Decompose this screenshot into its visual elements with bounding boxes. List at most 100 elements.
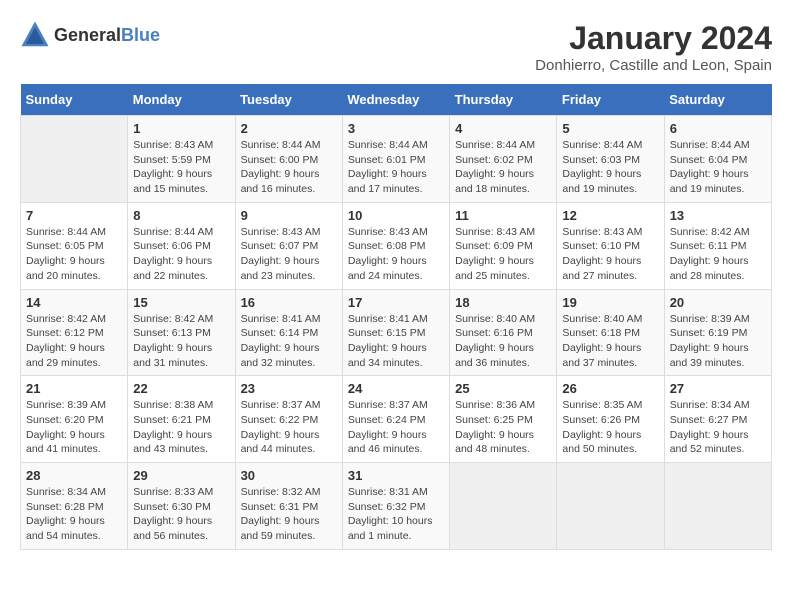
day-number: 20: [670, 295, 766, 310]
calendar-day-cell: [450, 463, 557, 550]
calendar-day-cell: 17 Sunrise: 8:41 AMSunset: 6:15 PMDayligh…: [342, 289, 449, 376]
day-number: 6: [670, 121, 766, 136]
logo-icon: [20, 20, 50, 50]
day-info: Sunrise: 8:44 AMSunset: 6:02 PMDaylight:…: [455, 138, 551, 197]
day-number: 25: [455, 381, 551, 396]
calendar-header-day: Saturday: [664, 84, 771, 116]
calendar-header-day: Sunday: [21, 84, 128, 116]
day-number: 29: [133, 468, 229, 483]
day-number: 15: [133, 295, 229, 310]
calendar-header-day: Tuesday: [235, 84, 342, 116]
day-info: Sunrise: 8:43 AMSunset: 5:59 PMDaylight:…: [133, 138, 229, 197]
calendar-day-cell: 23 Sunrise: 8:37 AMSunset: 6:22 PMDayligh…: [235, 376, 342, 463]
calendar-day-cell: 9 Sunrise: 8:43 AMSunset: 6:07 PMDaylight…: [235, 202, 342, 289]
day-info: Sunrise: 8:37 AMSunset: 6:22 PMDaylight:…: [241, 398, 337, 457]
day-number: 30: [241, 468, 337, 483]
calendar-day-cell: 25 Sunrise: 8:36 AMSunset: 6:25 PMDayligh…: [450, 376, 557, 463]
calendar-week-row: 28Sunrise: 8:34 AMSunset: 6:28 PMDayligh…: [21, 463, 772, 550]
day-info: Sunrise: 8:41 AMSunset: 6:15 PMDaylight:…: [348, 312, 444, 371]
calendar-day-cell: 29 Sunrise: 8:33 AMSunset: 6:30 PMDayligh…: [128, 463, 235, 550]
day-info: Sunrise: 8:44 AMSunset: 6:06 PMDaylight:…: [133, 225, 229, 284]
logo-text-general: General: [54, 25, 121, 45]
calendar-header-day: Wednesday: [342, 84, 449, 116]
calendar-week-row: 14 Sunrise: 8:42 AMSunset: 6:12 PMDayligh…: [21, 289, 772, 376]
calendar-header-day: Monday: [128, 84, 235, 116]
calendar-day-cell: 31 Sunrise: 8:31 AMSunset: 6:32 PMDayligh…: [342, 463, 449, 550]
day-number: 26: [562, 381, 658, 396]
day-number: 9: [241, 208, 337, 223]
calendar-day-cell: 11Sunrise: 8:43 AMSunset: 6:09 PMDayligh…: [450, 202, 557, 289]
calendar-day-cell: 13 Sunrise: 8:42 AMSunset: 6:11 PMDayligh…: [664, 202, 771, 289]
calendar-day-cell: 4 Sunrise: 8:44 AMSunset: 6:02 PMDaylight…: [450, 116, 557, 203]
day-info: Sunrise: 8:42 AMSunset: 6:13 PMDaylight:…: [133, 312, 229, 371]
day-number: 1: [133, 121, 229, 136]
day-info: Sunrise: 8:31 AMSunset: 6:32 PMDaylight:…: [348, 485, 444, 544]
day-info: Sunrise: 8:42 AMSunset: 6:11 PMDaylight:…: [670, 225, 766, 284]
day-number: 4: [455, 121, 551, 136]
day-info: Sunrise: 8:33 AMSunset: 6:30 PMDaylight:…: [133, 485, 229, 544]
day-info: Sunrise: 8:44 AMSunset: 6:01 PMDaylight:…: [348, 138, 444, 197]
calendar-day-cell: 15 Sunrise: 8:42 AMSunset: 6:13 PMDayligh…: [128, 289, 235, 376]
day-number: 31: [348, 468, 444, 483]
calendar-day-cell: 8 Sunrise: 8:44 AMSunset: 6:06 PMDaylight…: [128, 202, 235, 289]
calendar-day-cell: 20Sunrise: 8:39 AMSunset: 6:19 PMDayligh…: [664, 289, 771, 376]
calendar-week-row: 1 Sunrise: 8:43 AMSunset: 5:59 PMDaylight…: [21, 116, 772, 203]
calendar-day-cell: 14 Sunrise: 8:42 AMSunset: 6:12 PMDayligh…: [21, 289, 128, 376]
day-number: 21: [26, 381, 122, 396]
day-info: Sunrise: 8:43 AMSunset: 6:09 PMDaylight:…: [455, 225, 551, 284]
logo-text-blue: Blue: [121, 25, 160, 45]
calendar-day-cell: 22 Sunrise: 8:38 AMSunset: 6:21 PMDayligh…: [128, 376, 235, 463]
day-info: Sunrise: 8:34 AMSunset: 6:27 PMDaylight:…: [670, 398, 766, 457]
day-info: Sunrise: 8:39 AMSunset: 6:20 PMDaylight:…: [26, 398, 122, 457]
calendar-day-cell: 19 Sunrise: 8:40 AMSunset: 6:18 PMDayligh…: [557, 289, 664, 376]
calendar-header-row: SundayMondayTuesdayWednesdayThursdayFrid…: [21, 84, 772, 116]
calendar-day-cell: [664, 463, 771, 550]
day-number: 3: [348, 121, 444, 136]
day-number: 19: [562, 295, 658, 310]
day-number: 24: [348, 381, 444, 396]
calendar-day-cell: 18Sunrise: 8:40 AMSunset: 6:16 PMDayligh…: [450, 289, 557, 376]
calendar-day-cell: 21 Sunrise: 8:39 AMSunset: 6:20 PMDayligh…: [21, 376, 128, 463]
page-header: GeneralBlue January 2024 Donhierro, Cast…: [20, 20, 772, 74]
day-number: 5: [562, 121, 658, 136]
day-info: Sunrise: 8:36 AMSunset: 6:25 PMDaylight:…: [455, 398, 551, 457]
day-info: Sunrise: 8:40 AMSunset: 6:16 PMDaylight:…: [455, 312, 551, 371]
day-number: 16: [241, 295, 337, 310]
day-info: Sunrise: 8:43 AMSunset: 6:07 PMDaylight:…: [241, 225, 337, 284]
day-number: 17: [348, 295, 444, 310]
calendar-day-cell: 16 Sunrise: 8:41 AMSunset: 6:14 PMDayligh…: [235, 289, 342, 376]
day-info: Sunrise: 8:43 AMSunset: 6:08 PMDaylight:…: [348, 225, 444, 284]
day-info: Sunrise: 8:43 AMSunset: 6:10 PMDaylight:…: [562, 225, 658, 284]
day-info: Sunrise: 8:38 AMSunset: 6:21 PMDaylight:…: [133, 398, 229, 457]
calendar-day-cell: 24 Sunrise: 8:37 AMSunset: 6:24 PMDayligh…: [342, 376, 449, 463]
day-info: Sunrise: 8:42 AMSunset: 6:12 PMDaylight:…: [26, 312, 122, 371]
day-number: 7: [26, 208, 122, 223]
day-info: Sunrise: 8:41 AMSunset: 6:14 PMDaylight:…: [241, 312, 337, 371]
calendar-day-cell: 27 Sunrise: 8:34 AMSunset: 6:27 PMDayligh…: [664, 376, 771, 463]
calendar-day-cell: 5Sunrise: 8:44 AMSunset: 6:03 PMDaylight…: [557, 116, 664, 203]
calendar-day-cell: 26 Sunrise: 8:35 AMSunset: 6:26 PMDayligh…: [557, 376, 664, 463]
day-number: 8: [133, 208, 229, 223]
day-number: 28: [26, 468, 122, 483]
day-info: Sunrise: 8:44 AMSunset: 6:05 PMDaylight:…: [26, 225, 122, 284]
calendar-week-row: 7 Sunrise: 8:44 AMSunset: 6:05 PMDaylight…: [21, 202, 772, 289]
title-area: January 2024 Donhierro, Castille and Leo…: [535, 20, 772, 74]
day-number: 23: [241, 381, 337, 396]
day-number: 22: [133, 381, 229, 396]
calendar-header-day: Thursday: [450, 84, 557, 116]
calendar-day-cell: 1 Sunrise: 8:43 AMSunset: 5:59 PMDaylight…: [128, 116, 235, 203]
calendar-day-cell: [21, 116, 128, 203]
location-title: Donhierro, Castille and Leon, Spain: [535, 57, 772, 74]
day-number: 10: [348, 208, 444, 223]
day-info: Sunrise: 8:37 AMSunset: 6:24 PMDaylight:…: [348, 398, 444, 457]
day-number: 27: [670, 381, 766, 396]
calendar-day-cell: 28Sunrise: 8:34 AMSunset: 6:28 PMDayligh…: [21, 463, 128, 550]
day-number: 13: [670, 208, 766, 223]
day-number: 14: [26, 295, 122, 310]
calendar-day-cell: [557, 463, 664, 550]
day-info: Sunrise: 8:35 AMSunset: 6:26 PMDaylight:…: [562, 398, 658, 457]
calendar-day-cell: 2Sunrise: 8:44 AMSunset: 6:00 PMDaylight…: [235, 116, 342, 203]
calendar-table: SundayMondayTuesdayWednesdayThursdayFrid…: [20, 84, 772, 550]
logo: GeneralBlue: [20, 20, 160, 50]
day-info: Sunrise: 8:40 AMSunset: 6:18 PMDaylight:…: [562, 312, 658, 371]
